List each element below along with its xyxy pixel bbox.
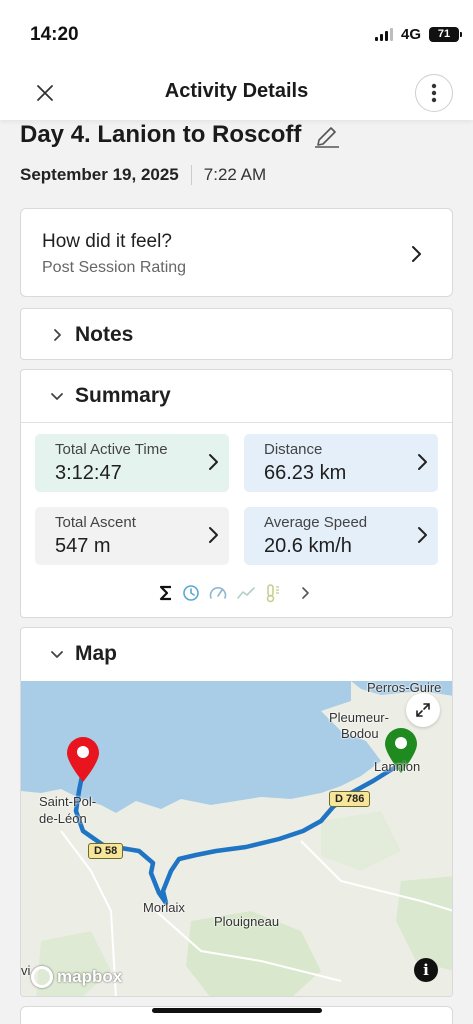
session-rating-card[interactable]: How did it feel? Post Session Rating: [20, 208, 453, 297]
more-vertical-icon: [431, 83, 437, 103]
stat-label: Total Active Time: [55, 441, 168, 458]
map-header[interactable]: Map: [21, 628, 452, 680]
route-map[interactable]: Perros-Guire Pleumeur- Bodou Lannion Sai…: [21, 680, 452, 996]
chevron-right-icon: [53, 329, 61, 341]
mapbox-logo: mapbox: [31, 966, 122, 988]
date-separator: [190, 165, 192, 185]
place-label: Lannion: [374, 759, 421, 774]
expand-icon: [416, 703, 430, 717]
stat-value: 3:12:47: [55, 462, 122, 484]
summary-label: Summary: [75, 384, 171, 407]
activity-date: September 19, 2025: [20, 165, 179, 184]
stat-distance[interactable]: Distance 66.23 km: [244, 434, 438, 492]
edit-pencil-icon[interactable]: [313, 122, 341, 148]
stat-label: Average Speed: [264, 514, 368, 531]
sigma-icon[interactable]: [158, 585, 174, 601]
place-label: Morlaix: [143, 900, 185, 915]
activity-title: Day 4. Lanion to Roscoff: [20, 121, 302, 148]
summary-divider: [21, 422, 452, 423]
stat-label: Distance: [264, 441, 323, 458]
place-label: Plouigneau: [214, 914, 280, 929]
map-info-button[interactable]: i: [414, 958, 438, 982]
road-sign-d58: D 58: [88, 843, 124, 859]
home-indicator: [152, 1008, 322, 1013]
chevron-down-icon: [51, 650, 63, 658]
mapbox-wordmark: mapbox: [57, 967, 123, 986]
end-location-pin-icon: [67, 737, 99, 782]
chevron-right-icon: [209, 454, 218, 470]
summary-section: Summary Total Active Time 3:12:47 Distan…: [20, 369, 453, 618]
notes-section[interactable]: Notes: [20, 308, 453, 360]
clock-icon[interactable]: [182, 584, 200, 602]
place-label: Bodou: [341, 726, 379, 741]
signal-icon: [374, 28, 393, 41]
place-label: de-Léon: [39, 811, 87, 826]
feel-subtitle: Post Session Rating: [42, 259, 187, 276]
speedometer-icon[interactable]: [208, 584, 228, 602]
map-section: Map Perros-Guire Pleumeur- Bodou Lannion…: [20, 627, 453, 997]
stat-value: 66.23 km: [264, 462, 347, 484]
status-indicators: 4G 71: [374, 26, 462, 43]
place-label: Saint-Pol-: [39, 794, 97, 809]
stat-total-active-time[interactable]: Total Active Time 3:12:47: [35, 434, 229, 492]
chevron-down-icon: [51, 392, 63, 400]
activity-time: 7:22 AM: [203, 165, 267, 184]
page-title: Activity Details: [164, 80, 309, 102]
place-label: Perros-Guire: [367, 680, 442, 695]
metric-icon-strip[interactable]: [21, 583, 452, 603]
stat-total-ascent[interactable]: Total Ascent 547 m: [35, 507, 229, 565]
feel-title: How did it feel?: [42, 231, 172, 252]
road-sign-d786: D 786: [329, 791, 371, 807]
notes-header[interactable]: Notes: [21, 309, 452, 361]
chevron-right-icon: [418, 527, 427, 543]
network-type: 4G: [400, 26, 421, 43]
stat-label: Total Ascent: [55, 514, 136, 531]
place-label: Pleumeur-: [329, 710, 389, 725]
map-label: Map: [75, 642, 117, 665]
chevron-right-icon: [418, 454, 427, 470]
stat-average-speed[interactable]: Average Speed 20.6 km/h: [244, 507, 438, 565]
summary-header[interactable]: Summary: [21, 370, 452, 422]
trend-icon[interactable]: [236, 584, 256, 602]
status-bar: 14:20 4G 71: [0, 0, 473, 66]
thermometer-icon[interactable]: [264, 583, 282, 603]
expand-map-button[interactable]: [406, 693, 440, 727]
activity-datetime: September 19, 2025 7:22 AM: [20, 165, 266, 185]
chevron-right-icon[interactable]: [296, 585, 316, 601]
stat-value: 20.6 km/h: [264, 535, 352, 557]
chevron-right-icon: [412, 246, 421, 262]
chevron-right-icon: [209, 527, 218, 543]
activity-title-row: Day 4. Lanion to Roscoff: [20, 121, 341, 149]
app-header: Activity Details: [0, 66, 473, 120]
status-time: 14:20: [30, 24, 79, 45]
more-options-button[interactable]: [415, 74, 453, 112]
battery-icon: 71: [429, 27, 462, 42]
mapbox-mark-icon: [31, 966, 53, 988]
stat-value: 547 m: [55, 535, 111, 557]
place-label: vi: [21, 963, 31, 978]
notes-label: Notes: [75, 323, 134, 346]
